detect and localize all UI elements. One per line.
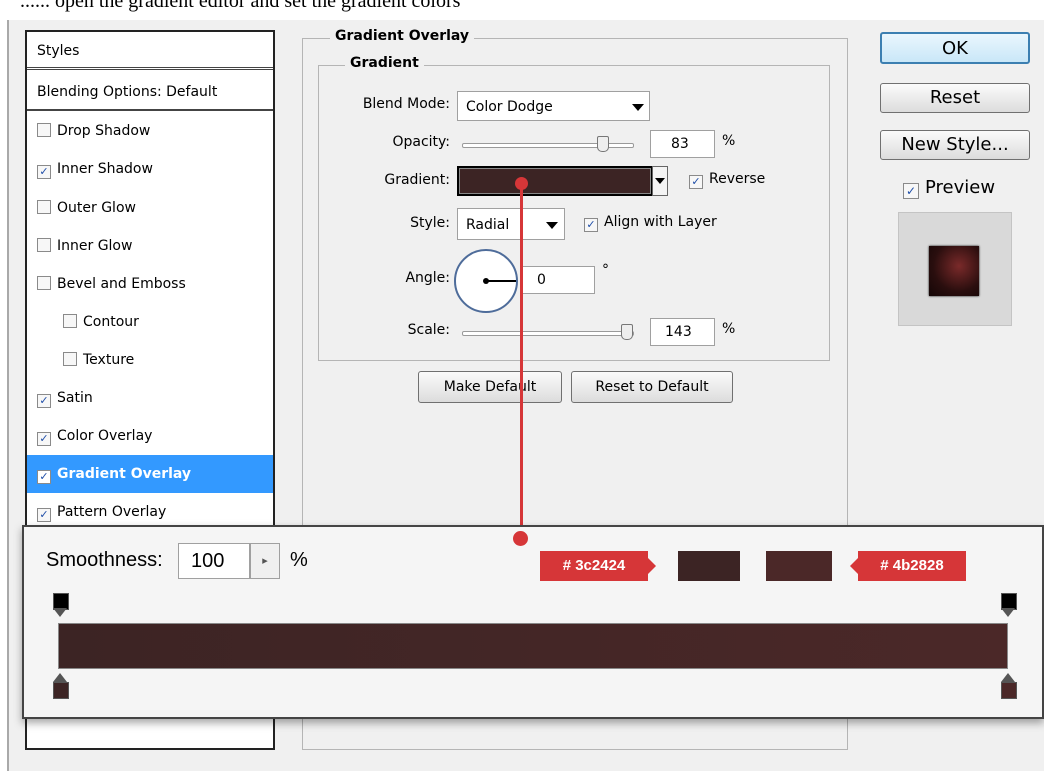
style-item-label: Color Overlay [57, 428, 153, 444]
opacity-unit: % [722, 133, 736, 149]
color-stop-left[interactable] [52, 673, 69, 699]
style-item-label: Outer Glow [57, 200, 136, 216]
color-stop-right[interactable] [1000, 673, 1017, 699]
start-color-tag-arrow [648, 558, 656, 574]
checkbox[interactable]: ✓ [37, 470, 51, 484]
gradient-preview-bar[interactable] [457, 166, 653, 196]
scale-label: Scale: [407, 322, 450, 338]
blend-mode-value: Color Dodge [466, 99, 553, 115]
checkbox[interactable]: ✓ [37, 165, 51, 179]
scale-slider-thumb[interactable] [621, 324, 633, 340]
end-color-swatch [766, 551, 832, 581]
smoothness-label: Smoothness: [46, 549, 163, 571]
style-item-label: Texture [83, 352, 135, 368]
style-item-inner-shadow[interactable]: ✓ Inner Shadow [27, 150, 273, 188]
ok-button[interactable]: OK [880, 32, 1030, 64]
gradient-editor-popup: Smoothness: 100 ▸ % # 3c2424 # 4b2828 [22, 525, 1044, 719]
style-select[interactable]: Radial [457, 208, 565, 240]
opacity-stop-left[interactable] [52, 593, 69, 619]
angle-dial-center [483, 278, 489, 284]
style-item-label: Pattern Overlay [57, 504, 167, 520]
chevron-down-icon [632, 104, 644, 111]
style-item-texture[interactable]: Texture [27, 341, 273, 379]
new-style-button[interactable]: New Style... [880, 130, 1030, 160]
checkbox[interactable] [63, 352, 77, 366]
align-with-layer-checkbox[interactable]: ✓ Align with Layer [584, 214, 717, 232]
style-label: Style: [410, 215, 450, 231]
gradient-dropdown-button[interactable] [652, 166, 668, 196]
opacity-stop-right[interactable] [1000, 593, 1017, 619]
gradient-subtitle: Gradient [345, 55, 424, 71]
start-color-swatch [678, 551, 740, 581]
checkbox[interactable] [37, 123, 51, 137]
annotation-dot-top [515, 177, 528, 190]
gradient-ramp[interactable] [58, 623, 1008, 669]
gradient-label: Gradient: [384, 172, 450, 188]
angle-input[interactable]: 0 [520, 266, 595, 294]
preview-thumbnail [898, 212, 1012, 326]
preview-swatch [929, 246, 979, 296]
opacity-slider-thumb[interactable] [597, 136, 609, 152]
checkbox[interactable] [37, 276, 51, 290]
preview-check-icon: ✓ [903, 183, 919, 199]
align-label: Align with Layer [604, 214, 717, 230]
styles-header[interactable]: Styles [27, 32, 273, 70]
checkbox[interactable] [37, 200, 51, 214]
style-item-label: Inner Shadow [57, 161, 153, 177]
smoothness-stepper[interactable]: ▸ [250, 543, 280, 579]
checkbox[interactable]: ✓ [37, 508, 51, 522]
scale-unit: % [722, 321, 736, 337]
smoothness-input[interactable]: 100 [178, 543, 250, 579]
checkbox[interactable] [63, 314, 77, 328]
angle-label: Angle: [405, 270, 450, 286]
style-item-label: Drop Shadow [57, 123, 151, 139]
blend-mode-select[interactable]: Color Dodge [457, 91, 650, 121]
preview-checkbox[interactable]: ✓ Preview [903, 177, 995, 199]
style-item-drop-shadow[interactable]: Drop Shadow [27, 112, 273, 150]
angle-dial-needle [486, 280, 516, 282]
style-item-label: Contour [83, 314, 139, 330]
reset-button[interactable]: Reset [880, 83, 1030, 113]
chevron-down-icon [655, 178, 665, 184]
reverse-label: Reverse [709, 171, 766, 187]
reset-to-default-button[interactable]: Reset to Default [571, 371, 733, 403]
opacity-label: Opacity: [392, 134, 450, 150]
scale-slider-track[interactable] [462, 331, 634, 336]
smoothness-unit: % [290, 549, 308, 571]
reverse-check-icon: ✓ [689, 175, 703, 189]
style-item-inner-glow[interactable]: Inner Glow [27, 227, 273, 265]
style-item-color-overlay[interactable]: ✓ Color Overlay [27, 417, 273, 455]
preview-label: Preview [925, 177, 996, 198]
checkbox[interactable]: ✓ [37, 432, 51, 446]
annotation-dot-bottom [513, 531, 528, 546]
chevron-down-icon [546, 222, 558, 229]
style-item-label: Satin [57, 390, 93, 406]
top-caption: ...... open the gradient editor and set … [20, 0, 461, 12]
align-check-icon: ✓ [584, 218, 598, 232]
end-color-tag: # 4b2828 [858, 551, 966, 581]
angle-dial[interactable] [454, 249, 518, 313]
checkbox[interactable] [37, 238, 51, 252]
checkbox[interactable]: ✓ [37, 394, 51, 408]
reverse-checkbox[interactable]: ✓ Reverse [689, 171, 765, 189]
blending-options-item[interactable]: Blending Options: Default [27, 73, 273, 111]
style-item-label: Inner Glow [57, 238, 133, 254]
blend-mode-label: Blend Mode: [362, 96, 450, 112]
make-default-button[interactable]: Make Default [418, 371, 562, 403]
start-color-tag: # 3c2424 [540, 551, 648, 581]
gradient-overlay-title: Gradient Overlay [330, 28, 475, 44]
style-value: Radial [466, 217, 510, 233]
opacity-input[interactable]: 83 [650, 130, 715, 158]
scale-input[interactable]: 143 [650, 318, 715, 346]
angle-unit: ° [602, 262, 609, 278]
style-item-satin[interactable]: ✓ Satin [27, 379, 273, 417]
end-color-tag-arrow [850, 558, 858, 574]
style-item-contour[interactable]: Contour [27, 303, 273, 341]
style-item-gradient-overlay[interactable]: ✓ Gradient Overlay [27, 455, 273, 493]
style-item-label: Bevel and Emboss [57, 276, 186, 292]
annotation-line [520, 182, 523, 538]
style-item-label: Gradient Overlay [57, 466, 192, 482]
style-item-bevel-and-emboss[interactable]: Bevel and Emboss [27, 265, 273, 303]
style-item-outer-glow[interactable]: Outer Glow [27, 189, 273, 227]
